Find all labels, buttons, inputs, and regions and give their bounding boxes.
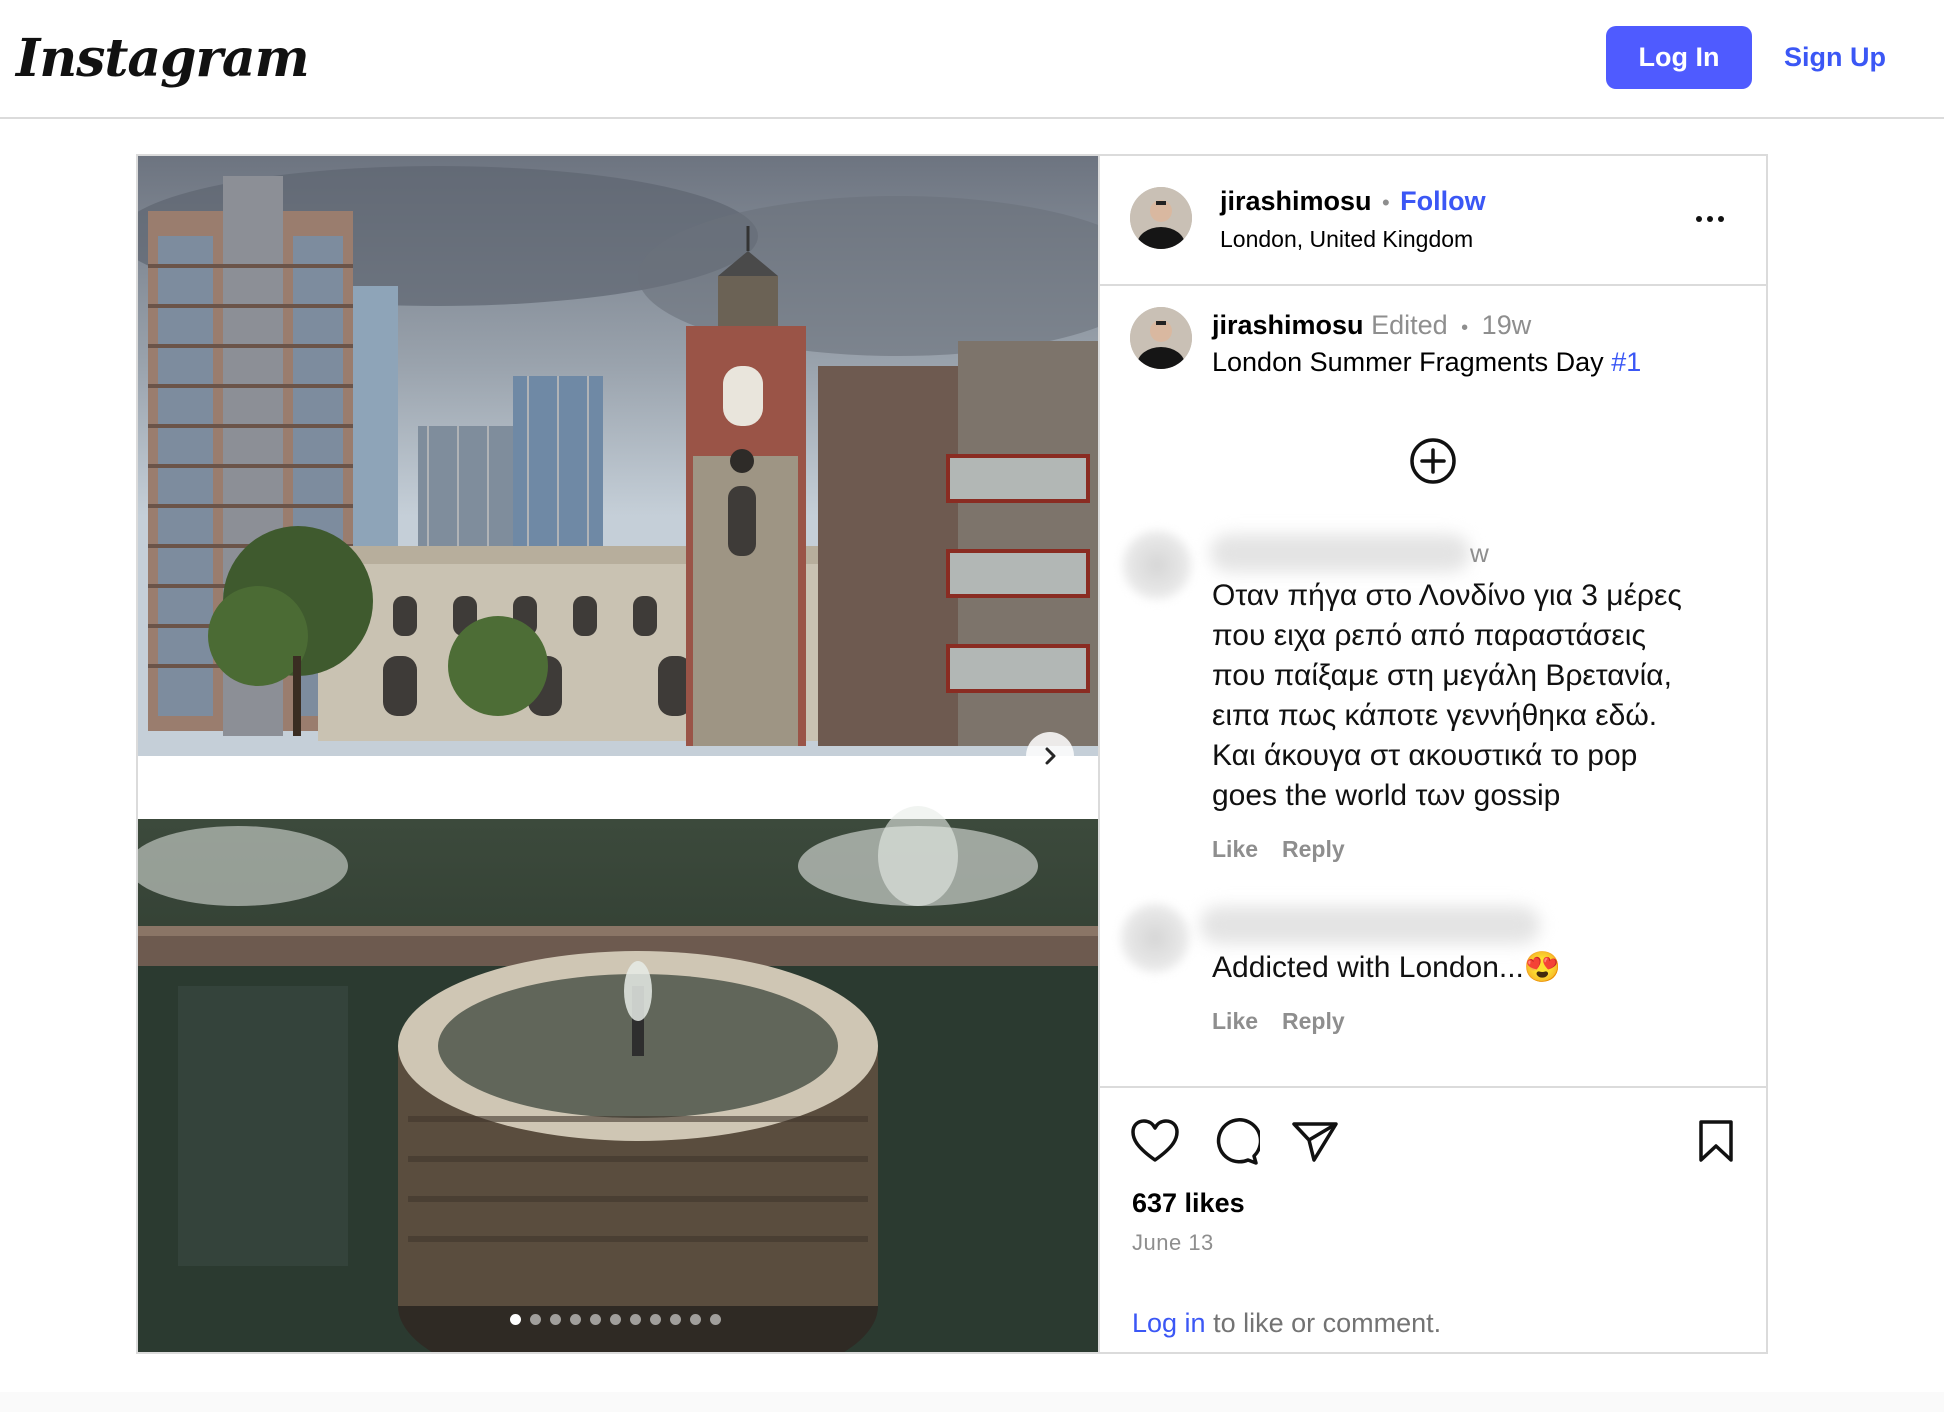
commenter-username[interactable]	[1210, 534, 1470, 572]
page-footer-strip	[0, 1392, 1944, 1412]
caption-body: London Summer Fragments Day #1	[1212, 343, 1641, 381]
comment-line: Οταν πήγα στο Λονδίνο για 3 μέρες	[1212, 579, 1682, 612]
signup-link[interactable]: Sign Up	[1780, 26, 1890, 89]
carousel-dot	[670, 1314, 681, 1325]
instagram-logo[interactable]: Instagram	[16, 28, 310, 89]
separator-dot: •	[1461, 317, 1469, 339]
separator-dot: •	[1382, 190, 1390, 215]
avatar-image	[1130, 187, 1192, 249]
login-prompt: Log in to like or comment.	[1132, 1308, 1441, 1339]
heart-icon	[1131, 1119, 1179, 1162]
caption-age[interactable]: 19w	[1482, 310, 1532, 340]
comment-line: ειπα πως κάποτε γεννήθηκα εδώ.	[1212, 699, 1658, 732]
comment-age: w	[1470, 538, 1489, 568]
login-button[interactable]: Log In	[1606, 26, 1752, 89]
author-line: jirashimosu • Follow	[1220, 186, 1486, 217]
edited-label: Edited	[1371, 310, 1448, 340]
carousel-dot	[690, 1314, 701, 1325]
post-actions-section: 637 likes June 13 Log in to like or comm…	[1100, 1086, 1766, 1354]
caption-header: jirashimosu Edited • 19w	[1212, 306, 1531, 347]
login-prompt-text: to like or comment.	[1205, 1308, 1442, 1338]
comment-text: Addicted with London...😍	[1212, 951, 1562, 984]
post-photo[interactable]	[138, 156, 1098, 1352]
commenter-username[interactable]	[1200, 906, 1540, 944]
author-username[interactable]: jirashimosu	[1220, 186, 1372, 216]
avatar-image	[1130, 307, 1192, 369]
comment-line: που ειχα ρεπό από παραστάσεις	[1212, 619, 1646, 652]
carousel-indicator	[510, 1314, 721, 1325]
caption-text: London Summer Fragments Day	[1212, 347, 1604, 377]
carousel-dot	[550, 1314, 561, 1325]
carousel-dot	[710, 1314, 721, 1325]
comment-button[interactable]	[1210, 1118, 1263, 1171]
comment-text: Οταν πήγα στο Λονδίνο για 3 μέρες που ει…	[1212, 576, 1682, 816]
load-more-comments-button[interactable]	[1408, 436, 1458, 491]
carousel-dot	[650, 1314, 661, 1325]
carousel-dot	[510, 1314, 521, 1325]
carousel-dot	[530, 1314, 541, 1325]
chevron-right-icon	[1045, 747, 1056, 765]
bookmark-icon	[1699, 1120, 1733, 1162]
comment-icon	[1216, 1118, 1263, 1165]
share-button[interactable]	[1290, 1118, 1340, 1169]
author-avatar[interactable]	[1130, 187, 1192, 249]
commenter-avatar[interactable]	[1120, 528, 1194, 602]
comment-like-button[interactable]: Like	[1212, 836, 1258, 863]
comment-reply-button[interactable]: Reply	[1282, 1008, 1345, 1035]
post-location[interactable]: London, United Kingdom	[1220, 226, 1473, 253]
commenter-avatar[interactable]	[1118, 901, 1192, 975]
share-icon	[1292, 1122, 1338, 1162]
post-header: jirashimosu • Follow London, United King…	[1100, 156, 1766, 286]
carousel-dot	[570, 1314, 581, 1325]
comment-line: που παίξαμε στη μεγάλη Βρετανία,	[1212, 659, 1672, 692]
follow-button[interactable]: Follow	[1400, 186, 1485, 216]
carousel-dot	[590, 1314, 601, 1325]
comment-reply-button[interactable]: Reply	[1282, 836, 1345, 863]
comment-actions: Like Reply	[1212, 1008, 1345, 1035]
caption-author-avatar[interactable]	[1130, 307, 1192, 369]
post-container: jirashimosu • Follow London, United King…	[136, 154, 1768, 1354]
next-photo-button[interactable]	[1026, 732, 1074, 780]
post-side-panel: jirashimosu • Follow London, United King…	[1098, 156, 1766, 1352]
carousel-dot	[610, 1314, 621, 1325]
comment-line: Και άκουγα στ ακουστικά το pop	[1212, 739, 1638, 772]
post-date[interactable]: June 13	[1132, 1230, 1214, 1256]
comment-like-button[interactable]: Like	[1212, 1008, 1258, 1035]
caption-username[interactable]: jirashimosu	[1212, 310, 1364, 340]
likes-count[interactable]: 637 likes	[1132, 1188, 1245, 1219]
comment-line: goes the world των gossip	[1212, 779, 1561, 812]
add-comment-icon	[1410, 438, 1456, 484]
photo-illustration	[138, 156, 1098, 1352]
save-button[interactable]	[1696, 1118, 1736, 1169]
comment-actions: Like Reply	[1212, 836, 1345, 863]
like-button[interactable]	[1130, 1118, 1180, 1169]
top-navigation-bar: Instagram Log In Sign Up	[0, 0, 1944, 119]
carousel-dot	[630, 1314, 641, 1325]
more-options-icon[interactable]	[1690, 204, 1730, 234]
caption-hashtag[interactable]: #1	[1611, 347, 1641, 377]
login-link[interactable]: Log in	[1132, 1308, 1206, 1338]
